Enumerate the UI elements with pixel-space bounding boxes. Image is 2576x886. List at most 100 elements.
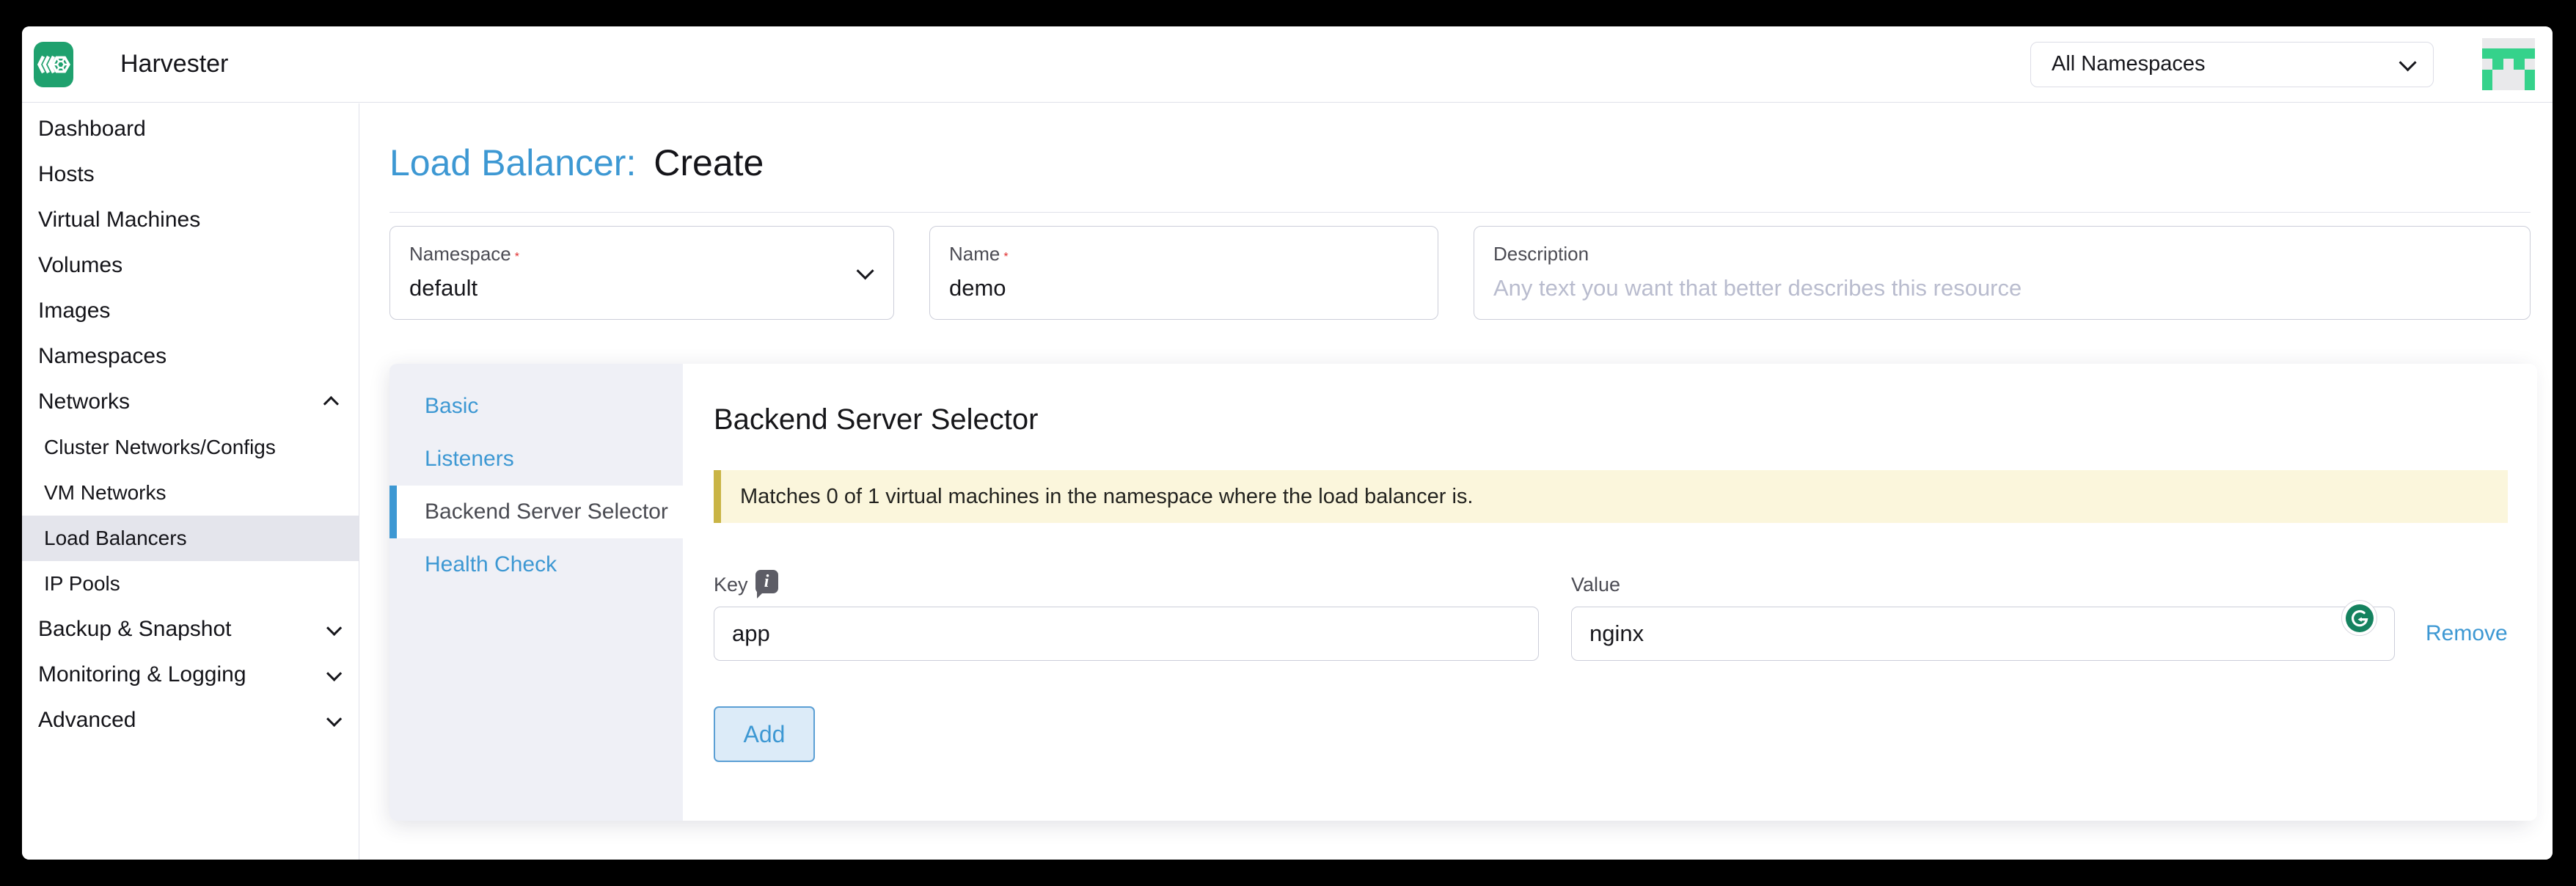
side-navigation: Dashboard Hosts Virtual Machines Volumes Ima…	[22, 103, 359, 860]
sidebar-item-label: Volumes	[38, 253, 122, 278]
description-label: Description	[1493, 243, 1589, 265]
form-card: Basic Listeners Backend Server Selector Hea…	[389, 364, 2531, 821]
sidebar-item-ip-pools[interactable]: IP Pools	[22, 561, 359, 607]
key-label-row: Key i	[714, 571, 1539, 598]
avatar-pixel	[2514, 80, 2524, 90]
harvester-logo-icon[interactable]	[34, 42, 73, 87]
page-title: Load Balancer: Create	[389, 142, 2531, 184]
description-input[interactable]	[1493, 275, 2511, 301]
avatar-pixel	[2482, 48, 2492, 59]
info-tooltip-icon[interactable]: i	[755, 570, 778, 593]
sidebar-item-dashboard[interactable]: Dashboard	[22, 106, 359, 152]
selector-row: Key i Value	[714, 571, 2508, 661]
match-info-banner: Matches 0 of 1 virtual machines in the n…	[714, 470, 2508, 523]
sidebar-item-namespaces[interactable]: Namespaces	[22, 334, 359, 379]
tab-basic[interactable]: Basic	[389, 380, 683, 433]
resource-meta-row: Namespace* default Name* Description	[389, 226, 2531, 320]
sidebar-item-label: Backup & Snapshot	[38, 617, 232, 642]
avatar-pixel	[2492, 38, 2503, 48]
avatar-pixel	[2492, 70, 2503, 80]
name-input[interactable]	[949, 275, 1419, 301]
namespace-filter-dropdown[interactable]: All Namespaces	[2030, 42, 2434, 87]
avatar-pixel	[2492, 59, 2503, 69]
sidebar-item-label: IP Pools	[44, 572, 120, 596]
avatar-pixel	[2514, 48, 2524, 59]
avatar-pixel	[2514, 70, 2524, 80]
value-label: Value	[1571, 574, 1620, 596]
avatar-pixel	[2482, 59, 2492, 69]
sidebar-item-label: Virtual Machines	[38, 208, 200, 233]
sidebar-item-networks[interactable]: Networks	[22, 379, 359, 425]
value-column: Value	[1571, 571, 2395, 661]
sidebar-item-cluster-networks-configs[interactable]: Cluster Networks/Configs	[22, 425, 359, 470]
sidebar-item-virtual-machines[interactable]: Virtual Machines	[22, 197, 359, 243]
sidebar-item-advanced[interactable]: Advanced	[22, 698, 359, 743]
avatar-pixel	[2503, 48, 2514, 59]
tab-listeners[interactable]: Listeners	[389, 433, 683, 486]
sidebar-item-vm-networks[interactable]: VM Networks	[22, 470, 359, 516]
main-content: Load Balancer: Create Namespace* default…	[360, 103, 2553, 860]
value-label-row: Value	[1571, 571, 2395, 598]
sidebar-item-label: Images	[38, 299, 110, 323]
sidebar-item-label: Load Balancers	[44, 527, 187, 550]
chevron-up-icon	[323, 396, 339, 411]
value-input-wrap	[1571, 607, 2395, 661]
sidebar-item-hosts[interactable]: Hosts	[22, 152, 359, 197]
panel-heading: Backend Server Selector	[714, 403, 2508, 436]
add-button[interactable]: Add	[714, 706, 815, 762]
sidebar-item-label: Namespaces	[38, 344, 167, 369]
tab-backend-server-selector[interactable]: Backend Server Selector	[389, 486, 683, 538]
avatar-pixel	[2525, 80, 2535, 90]
sidebar-item-monitoring-logging[interactable]: Monitoring & Logging	[22, 652, 359, 698]
name-field-box: Name*	[929, 226, 1438, 320]
chevron-down-icon	[326, 620, 342, 635]
sidebar-item-load-balancers[interactable]: Load Balancers	[22, 516, 359, 561]
sidebar-item-label: Dashboard	[38, 117, 146, 142]
namespace-value: default	[409, 275, 874, 301]
form-tabs: Basic Listeners Backend Server Selector Hea…	[389, 364, 683, 821]
required-marker: *	[1003, 251, 1008, 263]
sidebar-item-label: VM Networks	[44, 481, 166, 505]
key-column: Key i	[714, 571, 1539, 661]
tab-health-check[interactable]: Health Check	[389, 538, 683, 591]
namespace-filter-value: All Namespaces	[2052, 52, 2206, 76]
description-field-box: Description	[1474, 226, 2531, 320]
avatar-pixel	[2525, 70, 2535, 80]
sidebar-item-volumes[interactable]: Volumes	[22, 243, 359, 288]
user-avatar[interactable]	[2482, 38, 2535, 91]
grammarly-icon[interactable]	[2341, 600, 2377, 636]
avatar-pixel	[2514, 38, 2524, 48]
avatar-pixel	[2492, 80, 2503, 90]
chevron-down-icon	[326, 711, 342, 726]
sidebar-item-label: Hosts	[38, 162, 95, 187]
avatar-pixel	[2482, 38, 2492, 48]
key-input[interactable]	[714, 607, 1539, 661]
namespace-select[interactable]: Namespace* default	[389, 226, 894, 320]
remove-button[interactable]: Remove	[2426, 621, 2508, 646]
avatar-pixel	[2503, 38, 2514, 48]
tab-label: Health Check	[425, 552, 557, 577]
remove-column: Remove	[2426, 607, 2508, 661]
avatar-pixel	[2525, 48, 2535, 59]
tab-label: Backend Server Selector	[425, 499, 668, 524]
app-title: Harvester	[120, 50, 228, 78]
app-window: Harvester All Namespaces Dashboard Hosts V…	[22, 26, 2553, 860]
value-input[interactable]	[1571, 607, 2395, 661]
sidebar-item-label: Networks	[38, 389, 130, 414]
grammarly-logo-icon	[2346, 604, 2374, 632]
sidebar-item-images[interactable]: Images	[22, 288, 359, 334]
chevron-down-icon	[326, 665, 342, 681]
avatar-pixel	[2525, 38, 2535, 48]
top-bar: Harvester All Namespaces	[22, 26, 2553, 103]
avatar-pixel	[2492, 48, 2503, 59]
tab-label: Listeners	[425, 447, 514, 472]
sidebar-item-label: Cluster Networks/Configs	[44, 436, 276, 459]
name-label: Name	[949, 243, 1000, 265]
sidebar-item-backup-snapshot[interactable]: Backup & Snapshot	[22, 607, 359, 652]
page-title-action: Create	[654, 142, 764, 183]
tab-panel: Backend Server Selector Matches 0 of 1 v…	[683, 364, 2537, 821]
avatar-pixel	[2482, 70, 2492, 80]
required-marker: *	[515, 251, 519, 263]
match-info-text: Matches 0 of 1 virtual machines in the n…	[740, 485, 1473, 509]
tab-label: Basic	[425, 394, 478, 419]
